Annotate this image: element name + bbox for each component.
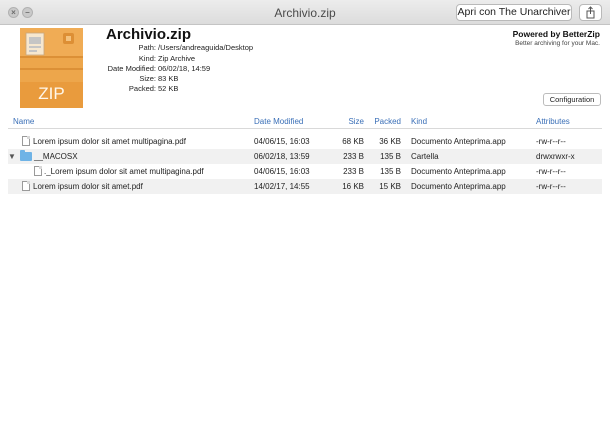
column-header-kind[interactable]: Kind xyxy=(411,117,427,126)
meta-size-label: Size: xyxy=(139,74,156,83)
pdf-file-icon xyxy=(22,181,30,191)
row-packed: 36 KB xyxy=(379,137,401,146)
row-name: ._Lorem ipsum dolor sit amet multipagina… xyxy=(44,167,204,176)
meta-packed-label: Packed: xyxy=(128,84,156,93)
row-attributes: -rw-r--r-- xyxy=(536,182,566,191)
meta-packed: Packed: 52 KB xyxy=(90,84,179,93)
meta-path: Path:/Users/andreaguida/Desktop xyxy=(90,43,253,52)
row-date: 04/06/15, 16:03 xyxy=(254,137,310,146)
row-attributes: -rw-r--r-- xyxy=(536,137,566,146)
title-bar: × – Archivio.zip Apri con The Unarchiver xyxy=(0,0,610,25)
row-packed: 15 KB xyxy=(379,182,401,191)
column-header-size[interactable]: Size xyxy=(338,117,364,126)
row-size: 233 B xyxy=(343,167,364,176)
table-row[interactable]: ▼ __MACOSX 06/02/18, 13:59 233 B 135 B C… xyxy=(8,149,602,164)
meta-path-label: Path: xyxy=(138,43,156,52)
share-button[interactable] xyxy=(579,4,602,21)
betterzip-tagline: Better archiving for your Mac. xyxy=(515,40,600,47)
meta-date-label: Date Modified: xyxy=(107,64,156,73)
folder-icon xyxy=(20,150,32,161)
column-header-attributes[interactable]: Attributes xyxy=(536,117,570,126)
table-row[interactable]: Lorem ipsum dolor sit amet multipagina.p… xyxy=(8,134,602,149)
table-row[interactable]: Lorem ipsum dolor sit amet.pdf 14/02/17,… xyxy=(8,179,602,194)
column-header-name[interactable]: Name xyxy=(13,117,34,126)
row-kind: Documento Anteprima.app xyxy=(411,182,506,191)
share-icon xyxy=(586,6,595,19)
meta-kind-value: Zip Archive xyxy=(158,54,196,63)
zip-icon-label: ZIP xyxy=(38,84,65,103)
row-attributes: -rw-r--r-- xyxy=(536,167,566,176)
meta-size-value: 83 KB xyxy=(158,74,179,83)
meta-date-modified: Date Modified: 06/02/18, 14:59 xyxy=(90,64,211,73)
pdf-file-icon xyxy=(22,136,30,146)
row-name: __MACOSX xyxy=(34,152,78,161)
meta-kind-label: Kind: xyxy=(138,54,156,63)
row-date: 04/06/15, 16:03 xyxy=(254,167,310,176)
meta-kind: Kind: Zip Archive xyxy=(90,54,195,63)
table-row[interactable]: ._Lorem ipsum dolor sit amet multipagina… xyxy=(8,164,602,179)
meta-path-value: /Users/andreaguida/Desktop xyxy=(158,43,254,52)
row-attributes: drwxrwxr-x xyxy=(536,152,575,161)
row-size: 68 KB xyxy=(342,137,364,146)
meta-size: Size: 83 KB xyxy=(90,74,178,83)
open-with-unarchiver-button[interactable]: Apri con The Unarchiver xyxy=(456,4,572,21)
configuration-button[interactable]: Configuration xyxy=(543,93,601,106)
archive-title: Archivio.zip xyxy=(106,26,192,43)
row-size: 16 KB xyxy=(342,182,364,191)
row-kind: Cartella xyxy=(411,152,439,161)
row-name: Lorem ipsum dolor sit amet.pdf xyxy=(33,182,143,191)
pdf-file-icon xyxy=(34,166,42,176)
meta-date-value: 06/02/18, 14:59 xyxy=(158,64,211,73)
row-kind: Documento Anteprima.app xyxy=(411,137,506,146)
table-header: Name Date Modified Size Packed Kind Attr… xyxy=(8,114,602,129)
column-header-date-modified[interactable]: Date Modified xyxy=(254,117,303,126)
row-name: Lorem ipsum dolor sit amet multipagina.p… xyxy=(33,137,186,146)
row-date: 14/02/17, 14:55 xyxy=(254,182,310,191)
archive-contents-table: Name Date Modified Size Packed Kind Attr… xyxy=(8,114,602,194)
powered-by-betterzip[interactable]: Powered by BetterZip xyxy=(513,29,600,39)
disclosure-triangle-icon[interactable]: ▼ xyxy=(8,152,16,161)
column-header-packed[interactable]: Packed xyxy=(372,117,401,126)
row-kind: Documento Anteprima.app xyxy=(411,167,506,176)
row-packed: 135 B xyxy=(380,167,401,176)
row-packed: 135 B xyxy=(380,152,401,161)
zip-archive-icon: ZIP xyxy=(20,28,83,108)
meta-packed-value: 52 KB xyxy=(158,84,179,93)
row-date: 06/02/18, 13:59 xyxy=(254,152,310,161)
row-size: 233 B xyxy=(343,152,364,161)
